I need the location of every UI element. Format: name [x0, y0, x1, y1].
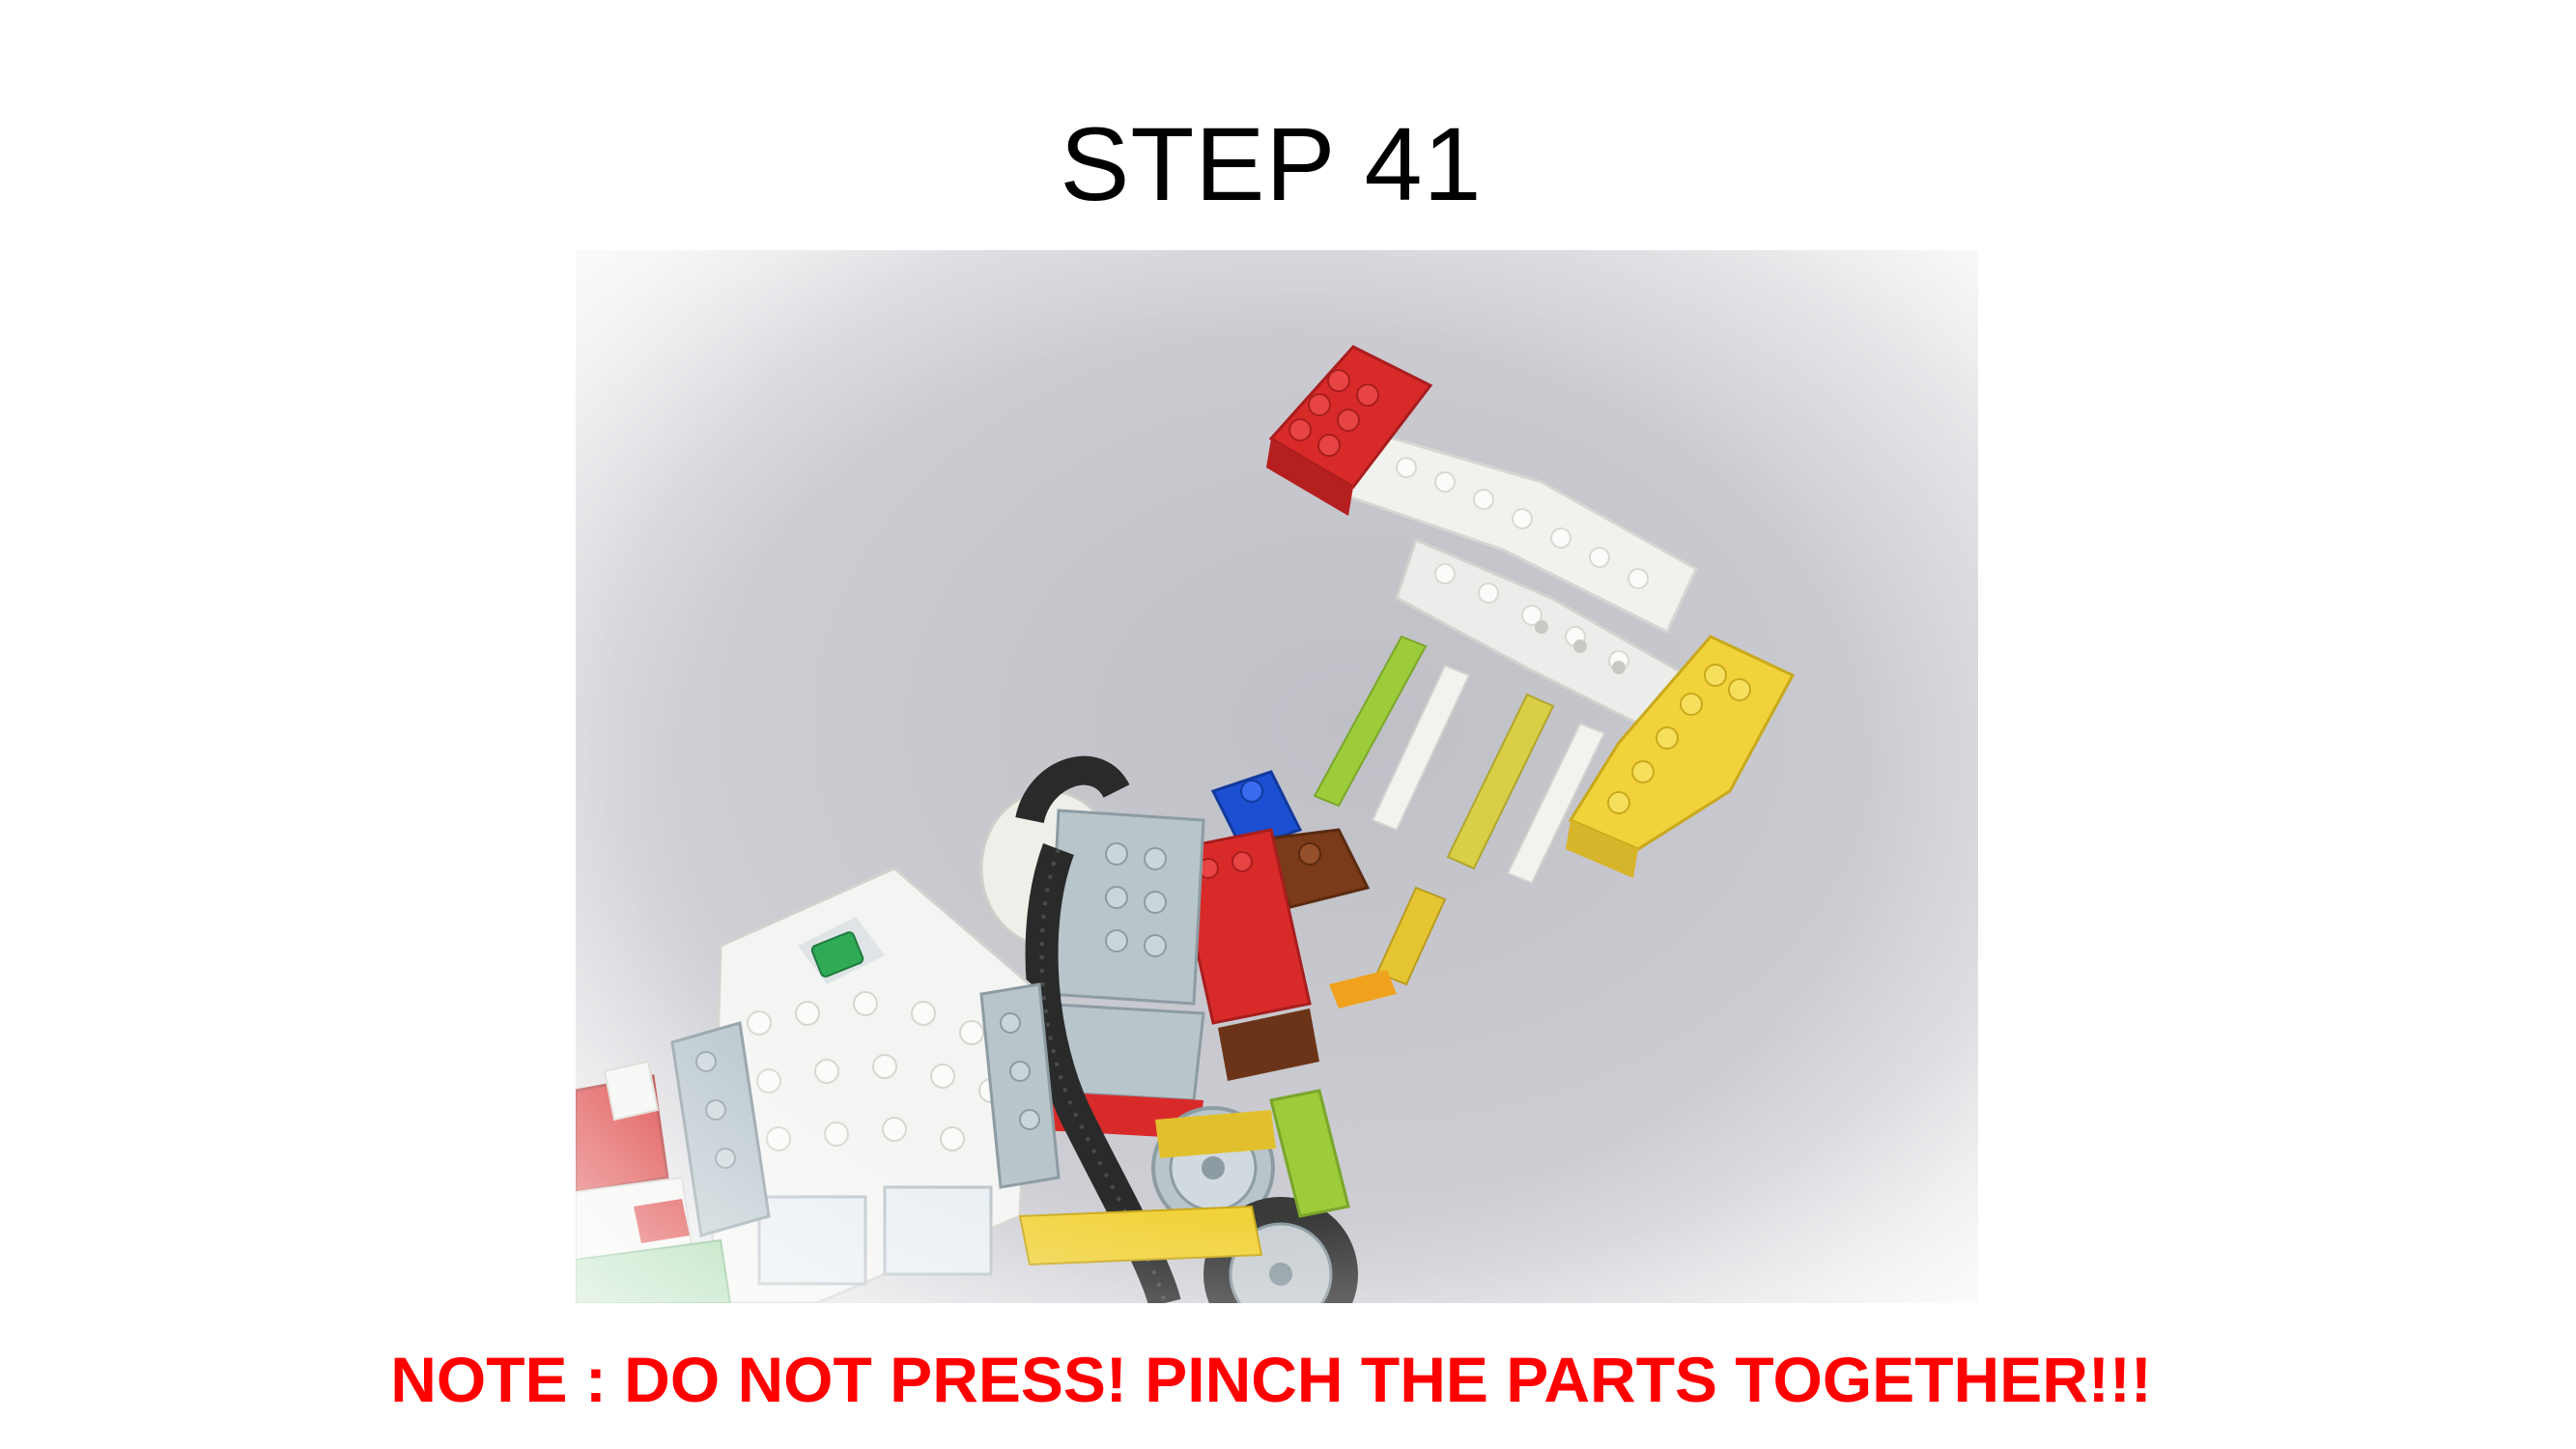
photo-vignette: [576, 250, 1978, 1303]
step-title: STEP 41: [1060, 105, 1483, 222]
lego-model-illustration: [576, 250, 1978, 1303]
warning-note: NOTE : DO NOT PRESS! PINCH THE PARTS TOG…: [390, 1344, 2152, 1415]
model-photo: [576, 250, 1978, 1303]
